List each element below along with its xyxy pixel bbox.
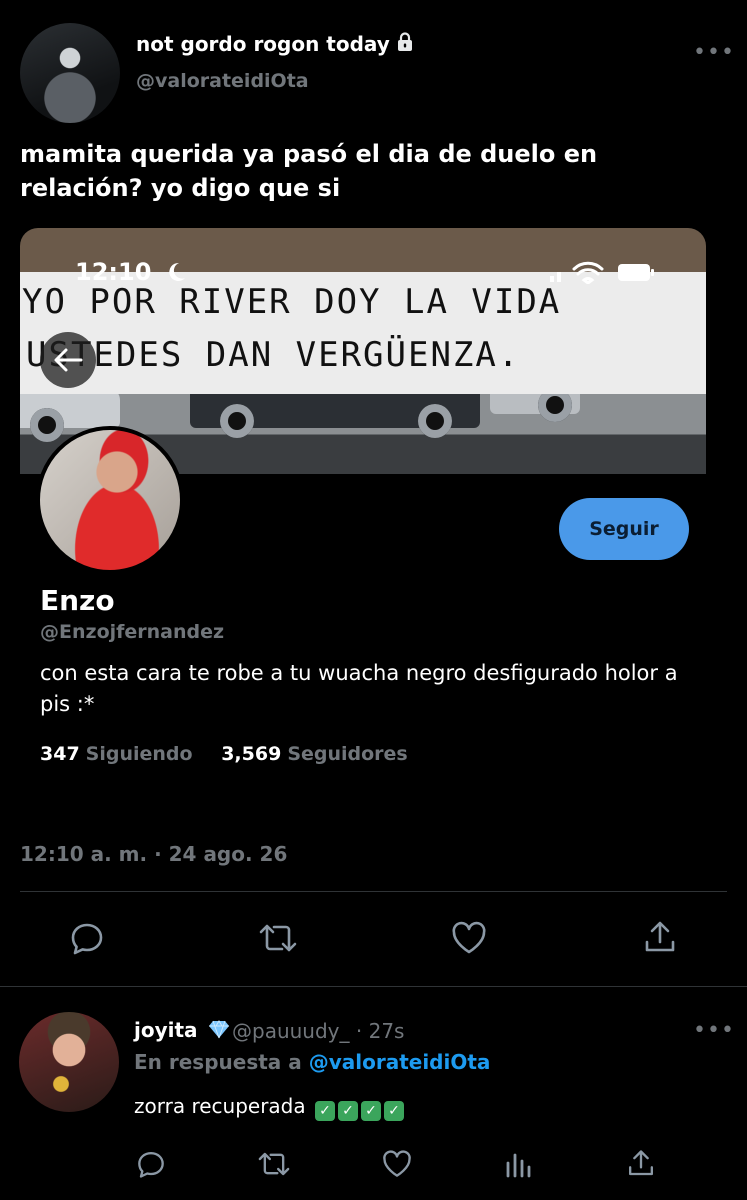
verified-icon xyxy=(208,1020,229,1039)
like-button[interactable] xyxy=(377,1144,417,1184)
check-emoji: ✓ xyxy=(384,1101,404,1121)
views-icon xyxy=(506,1153,531,1178)
lock-icon xyxy=(396,32,414,57)
reply-icon xyxy=(138,1152,164,1178)
replying-to: En respuesta a @valorateidiOta xyxy=(134,1050,490,1074)
retweet-button[interactable] xyxy=(254,1144,294,1184)
tweet-timestamp[interactable]: 12:10 a. m. · 24 ago. 26 xyxy=(20,842,287,866)
profile-avatar[interactable] xyxy=(36,426,184,574)
reply-display-name: joyita xyxy=(134,1018,198,1042)
retweet-icon xyxy=(259,924,297,952)
car-wheel xyxy=(220,404,254,438)
divider xyxy=(20,891,727,892)
car-wheel xyxy=(418,404,452,438)
replying-to-label: En respuesta a xyxy=(134,1050,302,1074)
profile-handle: @Enzojfernandez xyxy=(40,621,225,643)
followers-label: Seguidores xyxy=(287,743,408,764)
followers-link[interactable]: 3,569 Seguidores xyxy=(221,743,408,764)
following-count: 347 xyxy=(40,743,80,764)
reply-button[interactable] xyxy=(67,918,107,958)
author-avatar[interactable] xyxy=(20,23,120,123)
like-icon xyxy=(383,1150,411,1177)
check-emoji: ✓ xyxy=(361,1101,381,1121)
share-icon xyxy=(645,921,675,952)
retweet-icon xyxy=(258,1152,290,1176)
back-button[interactable] xyxy=(40,332,96,388)
check-emoji: ✓ xyxy=(315,1101,335,1121)
reply-handle[interactable]: @pauuudy_ xyxy=(232,1019,350,1043)
follow-button[interactable]: Seguir xyxy=(559,498,689,560)
retweet-button[interactable] xyxy=(258,918,298,958)
status-bar-time: 12:10 xyxy=(75,258,152,286)
check-emoji: ✓ xyxy=(338,1101,358,1121)
profile-stats: 347 Siguiendo 3,569 Seguidores xyxy=(40,743,408,764)
more-icon[interactable]: ••• xyxy=(693,1018,735,1043)
reply-text-body: zorra recuperada xyxy=(134,1094,306,1118)
status-bar-icons xyxy=(550,261,654,284)
tweet-text: mamita querida ya pasó el dia de duelo e… xyxy=(20,140,598,202)
like-icon xyxy=(452,921,486,954)
profile-bio: con esta cara te robe a tu wuacha negro … xyxy=(40,661,678,716)
display-name-text: not gordo rogon today xyxy=(136,32,390,56)
back-arrow-icon xyxy=(54,348,83,372)
replying-to-handle[interactable]: @valorateidiOta xyxy=(309,1050,491,1074)
reply-time[interactable]: · 27s xyxy=(356,1019,405,1043)
reply-text: zorra recuperada ✓ ✓ ✓ ✓ xyxy=(134,1094,404,1121)
author-handle[interactable]: @valorateidiOta xyxy=(136,70,309,92)
like-button[interactable] xyxy=(449,918,489,958)
reply-icon xyxy=(71,923,103,955)
reply-meta: @pauuudy_ · 27s xyxy=(232,1019,404,1043)
reply-author-avatar[interactable] xyxy=(19,1012,119,1112)
profile-name: Enzo xyxy=(40,584,115,617)
following-link[interactable]: 347 Siguiendo xyxy=(40,743,193,764)
banner-text-line2: USTEDES DAN VERGÜENZA. xyxy=(26,335,521,375)
share-icon xyxy=(629,1150,653,1176)
author-display-name[interactable]: not gordo rogon today xyxy=(136,32,414,57)
following-label: Siguiendo xyxy=(85,743,193,764)
share-button[interactable] xyxy=(640,918,680,958)
share-button[interactable] xyxy=(621,1144,661,1184)
more-icon[interactable]: ••• xyxy=(693,40,735,65)
reply-author-name[interactable]: joyita xyxy=(134,1018,230,1042)
divider xyxy=(0,986,747,987)
attached-image[interactable]: YO POR RIVER DOY LA VIDA USTEDES DAN VER… xyxy=(20,228,706,764)
reply-button[interactable] xyxy=(131,1144,171,1184)
views-button[interactable] xyxy=(499,1144,539,1184)
protest-banner: YO POR RIVER DOY LA VIDA USTEDES DAN VER… xyxy=(20,272,706,394)
moon-icon xyxy=(169,262,185,281)
car-wheel xyxy=(30,408,64,442)
followers-count: 3,569 xyxy=(221,743,282,764)
